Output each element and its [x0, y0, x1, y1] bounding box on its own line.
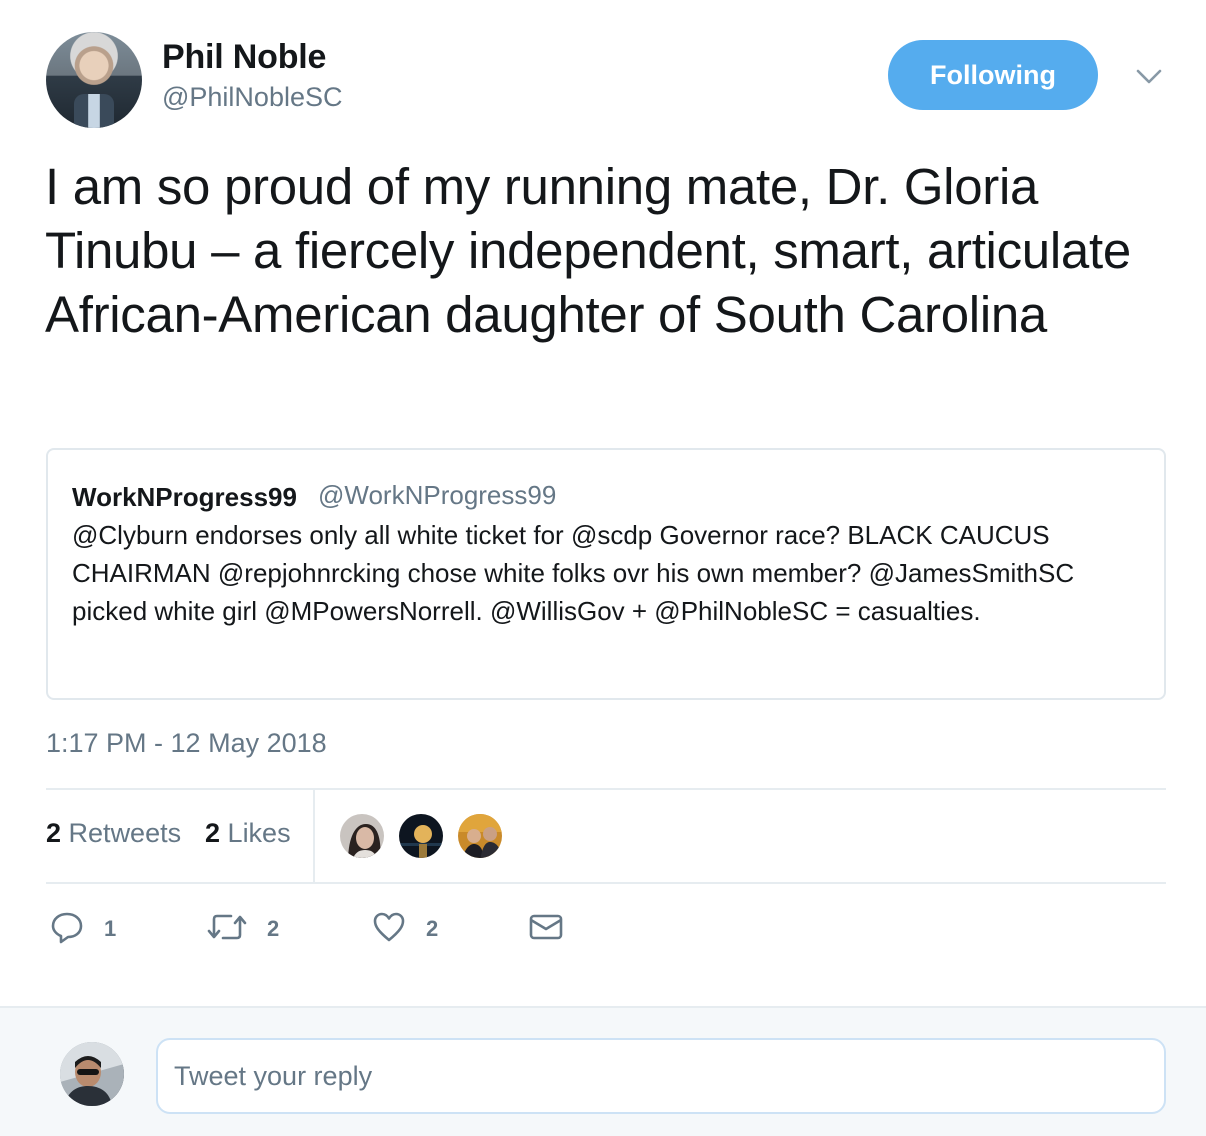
retweets-stat-label: Retweets	[68, 818, 182, 848]
reply-input[interactable]	[156, 1038, 1166, 1114]
likes-stat-label: Likes	[227, 818, 291, 848]
reply-action[interactable]: 1	[50, 910, 116, 948]
retweet-action[interactable]: 2	[207, 910, 279, 948]
author-handle[interactable]: @PhilNobleSC	[162, 82, 342, 113]
like-action[interactable]: 2	[372, 910, 438, 948]
divider	[46, 788, 1166, 790]
reply-icon[interactable]	[50, 910, 84, 949]
retweet-icon[interactable]	[207, 910, 247, 949]
likes-stat-count: 2	[205, 818, 221, 848]
tweet-header: Phil Noble @PhilNobleSC Following	[0, 0, 1206, 140]
retweets-stat-count: 2	[46, 818, 62, 848]
reply-count: 1	[104, 916, 117, 941]
quoted-tweet-text: @Clyburn endorses only all white ticket …	[72, 520, 1075, 626]
following-button[interactable]: Following	[888, 40, 1098, 110]
author-avatar[interactable]	[46, 32, 142, 128]
liker-avatar[interactable]	[456, 812, 504, 860]
chevron-down-icon[interactable]	[1132, 62, 1166, 92]
author-name[interactable]: Phil Noble	[162, 38, 326, 77]
divider	[46, 882, 1166, 884]
quoted-tweet[interactable]: WorkNProgress99 @WorkNProgress99 @Clybur…	[46, 448, 1166, 700]
like-count: 2	[426, 916, 439, 941]
quoted-author-handle: @WorkNProgress99	[318, 480, 557, 510]
liker-avatar[interactable]	[338, 812, 386, 860]
tweet-text: I am so proud of my running mate, Dr. Gl…	[45, 158, 1131, 343]
likes-stat[interactable]: 2 Likes	[205, 818, 291, 849]
stats-separator	[313, 790, 315, 882]
message-action[interactable]	[528, 910, 564, 948]
liker-avatar[interactable]	[397, 812, 445, 860]
tweet-timestamp[interactable]: 1:17 PM - 12 May 2018	[46, 728, 327, 759]
retweets-stat[interactable]: 2 Retweets	[46, 818, 181, 849]
current-user-avatar[interactable]	[60, 1042, 124, 1106]
mail-icon[interactable]	[528, 910, 564, 949]
quoted-author-name: WorkNProgress99	[72, 482, 297, 512]
heart-icon[interactable]	[372, 910, 406, 949]
retweet-count: 2	[267, 916, 280, 941]
